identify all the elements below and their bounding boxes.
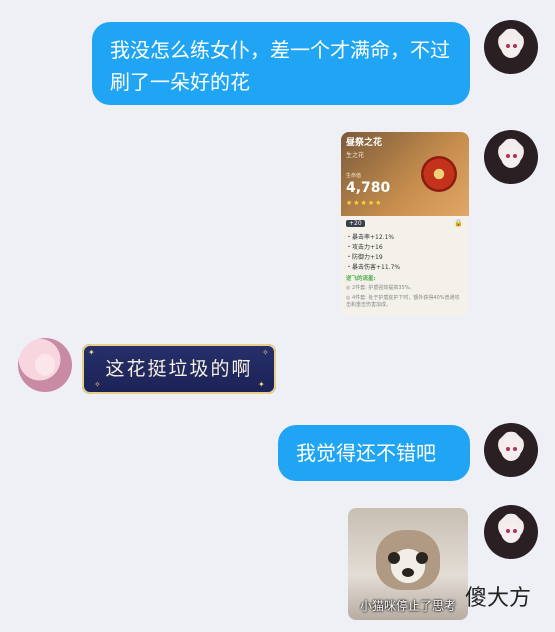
artifact-name: 昼祭之花: [346, 138, 383, 148]
set-effect-2: ◎ 2件套: 护盾强效提高35%。: [346, 285, 415, 291]
set-effect-4: ◎ 4件套: 处于护盾庇护下时，额外获得40%普通攻击和重击伤害加成。: [346, 295, 460, 308]
message-bubble-outgoing[interactable]: 我没怎么练女仆，差一个才满命，不过刷了一朵好的花: [92, 22, 470, 105]
substat-line: ・防御力+19: [346, 254, 383, 261]
self-avatar[interactable]: [484, 423, 538, 477]
self-avatar[interactable]: [484, 130, 538, 184]
message-text: 我觉得还不错吧: [296, 441, 436, 465]
substat-line: ・攻击力+16: [346, 244, 383, 251]
artifact-card-header: 昼祭之花 生之花 生命值 4,780 ★★★★★: [341, 132, 469, 216]
meme-caption: 小猫咪停止了思考: [359, 599, 456, 613]
lock-icon: 🔒: [454, 219, 463, 227]
watermark-text: 傻大方: [465, 586, 532, 611]
meme-image[interactable]: 小猫咪停止了思考: [348, 508, 468, 620]
artifact-level: +20: [346, 220, 365, 227]
flower-icon: [421, 156, 457, 192]
substat-line: ・暴击率+12.1%: [346, 234, 395, 241]
message-text: 我没怎么练女仆，差一个才满命，不过刷了一朵好的花: [110, 38, 450, 94]
self-avatar[interactable]: [484, 505, 538, 559]
artifact-card-image[interactable]: 昼祭之花 生之花 生命值 4,780 ★★★★★ +20 🔒 ・暴击率+12.1…: [341, 132, 469, 316]
set-name: 逆飞的流星:: [346, 276, 376, 282]
artifact-slot: 生之花: [346, 152, 365, 159]
message-bubble-outgoing[interactable]: 我觉得还不错吧: [278, 425, 470, 481]
image-reply-text: 这花挺垃圾的啊: [105, 358, 253, 380]
main-stat-label: 生命值: [346, 173, 362, 179]
watermark: 傻大方: [465, 580, 531, 612]
rarity-stars: ★★★★★: [346, 199, 383, 207]
self-avatar[interactable]: [484, 20, 538, 74]
image-reply-bubble[interactable]: ✦ ✦ ✧ ✧ 这花挺垃圾的啊: [82, 344, 276, 394]
other-avatar[interactable]: [18, 338, 72, 392]
substat-line: ・暴击伤害+11.7%: [346, 264, 401, 271]
main-stat-value: 4,780: [346, 180, 391, 196]
cat-face-icon: [376, 530, 440, 590]
